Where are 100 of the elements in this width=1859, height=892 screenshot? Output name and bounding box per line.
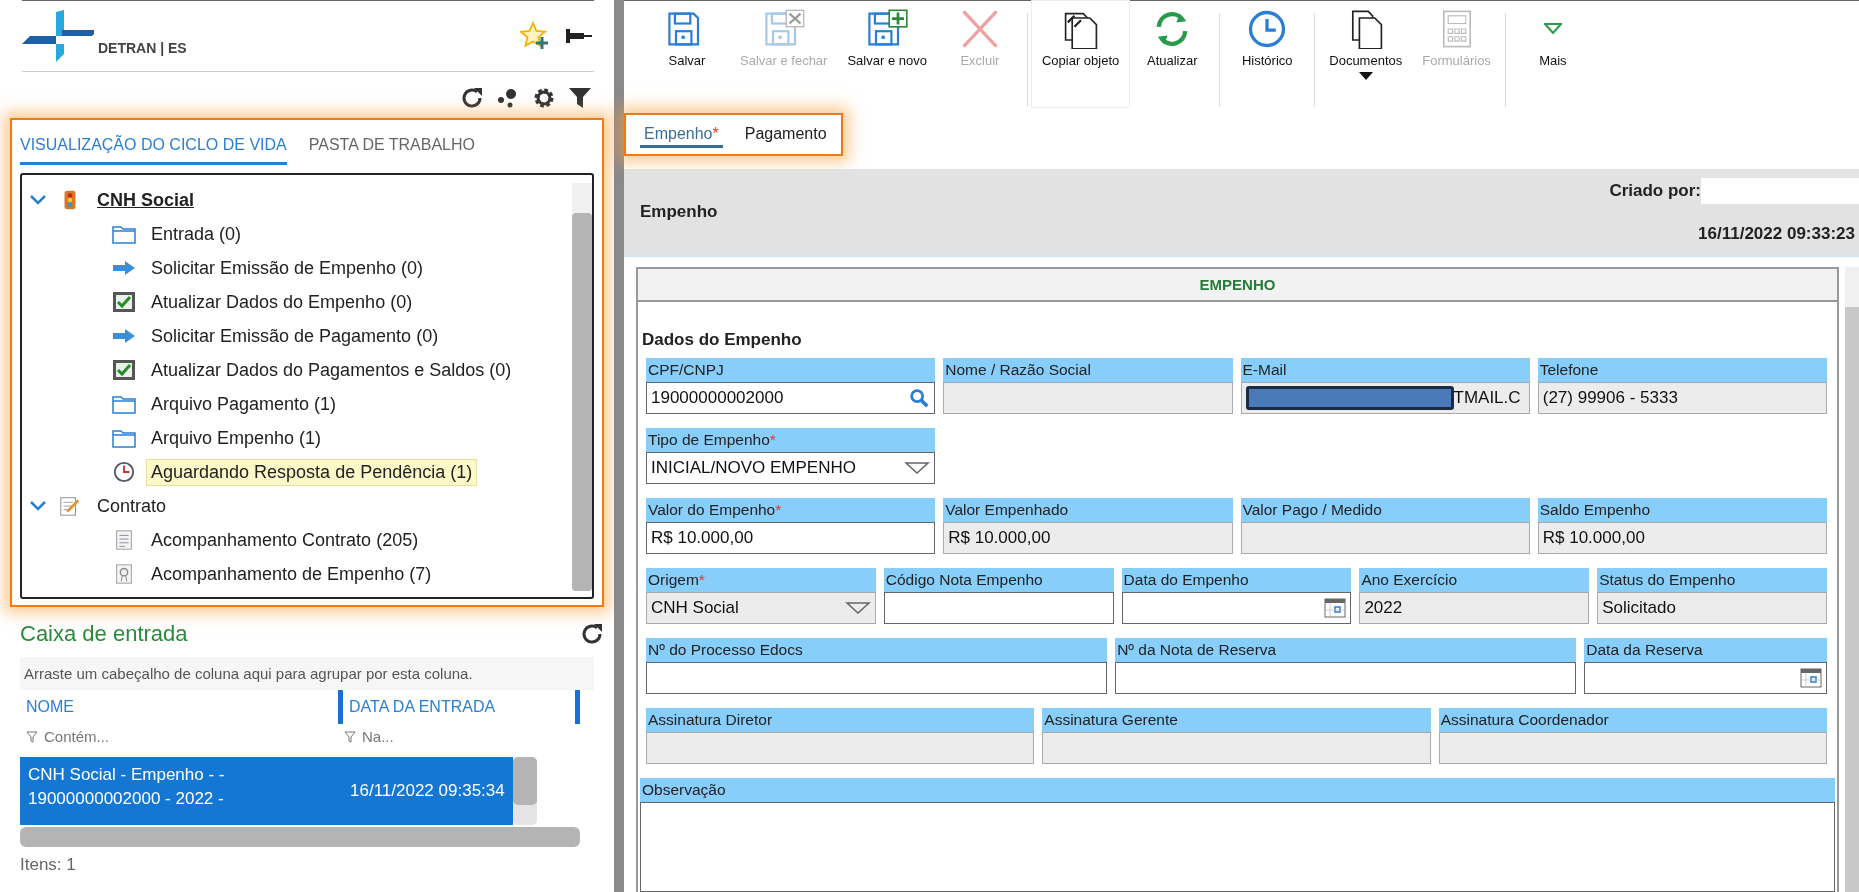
input-field[interactable] [1115, 662, 1577, 694]
field-label: Data da Reserva [1584, 638, 1827, 662]
dropdown-field[interactable]: INICIAL/NOVO EMPENHO [646, 452, 936, 484]
field-label: Origem* [646, 568, 876, 592]
text-area[interactable] [640, 802, 1835, 892]
triangle-down-icon [1543, 23, 1562, 34]
field-label: Valor Empenhado [943, 498, 1233, 522]
scrollbar[interactable] [20, 827, 580, 847]
toolbar-button[interactable]: Histórico [1224, 1, 1311, 107]
star-plus-icon[interactable] [520, 21, 550, 51]
tree-item[interactable]: Arquivo Pagamento (1) [146, 390, 342, 418]
folder-icon [112, 393, 136, 415]
tab[interactable]: Pagamento [740, 123, 831, 148]
input-field[interactable] [646, 662, 1108, 694]
field-label: Nº do Processo Edocs [646, 638, 1108, 662]
tree-item[interactable]: Atualizar Dados do Empenho (0) [146, 288, 418, 316]
tree-item[interactable]: Aguardando Resposta de Pendência (1) [146, 458, 478, 486]
section-title: EMPENHO [638, 269, 1837, 302]
input-field[interactable]: R$ 10.000,00 [646, 522, 936, 554]
column-header[interactable]: DATA DA ENTRADA [338, 690, 580, 724]
pencil-document-icon [58, 495, 82, 517]
readonly-field: Solicitado [1597, 592, 1827, 624]
tree-item[interactable]: Contrato [92, 492, 172, 520]
scrollbar[interactable] [512, 757, 537, 825]
field-label: Assinatura Coordenador [1438, 708, 1827, 732]
toolbar-button[interactable]: Copiar objeto [1031, 1, 1130, 107]
tree-item[interactable]: CNH Social [92, 186, 200, 214]
record-title: Empenho [640, 202, 719, 222]
toolbar-button[interactable]: Salvar [644, 1, 730, 107]
group-hint: Arraste um cabeçalho de coluna aqui para agrupar por esta coluna. [20, 657, 594, 690]
date-field[interactable] [1121, 592, 1352, 624]
tree-item[interactable]: Acompanhamento de Empenho (7) [146, 560, 437, 588]
search-field[interactable]: 19000000002000 [646, 382, 936, 414]
scrollbar[interactable] [1845, 267, 1859, 892]
date-field[interactable] [1584, 662, 1827, 694]
field-label: CPF/CNPJ [646, 358, 936, 382]
settings-icon[interactable] [532, 86, 556, 110]
tree-item[interactable]: Atualizar Dados do Pagamentos e Saldos (0) [146, 356, 517, 384]
field-label: Nome / Razão Social [943, 358, 1233, 382]
panel-title: Caixa de entrada [20, 621, 188, 647]
filter-icon[interactable] [568, 86, 592, 110]
tree-item[interactable]: Solicitar Emissão de Empenho (0) [146, 254, 429, 282]
tree-item[interactable]: Arquivo Empenho (1) [146, 424, 327, 452]
field-label: Valor Pago / Medido [1240, 498, 1530, 522]
dropdown-field[interactable]: CNH Social [646, 592, 876, 624]
tree-item[interactable]: Solicitar Emissão de Pagamento (0) [146, 322, 444, 350]
toolbar-button[interactable]: Documentos [1319, 1, 1413, 107]
field-label: Telefone [1537, 358, 1827, 382]
field-label: Assinatura Diretor [646, 708, 1035, 732]
calendar-icon[interactable] [1800, 668, 1822, 688]
filter-field[interactable]: Contém... [44, 728, 110, 745]
dropdown-icon [844, 601, 871, 615]
calendar-icon[interactable] [1324, 598, 1347, 618]
field-label: Valor do Empenho* [646, 498, 936, 522]
item-count: Itens: 1 [20, 855, 77, 875]
tree-item[interactable]: Entrada (0) [146, 220, 247, 248]
scrollbar[interactable] [572, 183, 592, 591]
readonly-field: R$ 10.000,00 [1537, 522, 1827, 554]
folder-icon [112, 223, 136, 245]
search-icon[interactable] [908, 387, 931, 409]
tab[interactable]: PASTA DE TRABALHO [308, 130, 475, 165]
dropdown-icon [904, 461, 931, 475]
field-label: Saldo Empenho [1537, 498, 1827, 522]
input-field[interactable] [883, 592, 1114, 624]
field-label: Nº da Nota de Reserva [1115, 638, 1577, 662]
refresh-icon[interactable] [580, 622, 604, 646]
clock-icon [112, 461, 136, 483]
table-cell-text: CNH Social - Empenho - - 19000000002000 - 2022 - [27, 764, 226, 810]
column-header[interactable]: NOME [20, 690, 338, 724]
folder-icon [112, 427, 136, 449]
field-label: Ano Exercício [1359, 568, 1590, 592]
toolbar-button[interactable]: Mais [1509, 1, 1596, 107]
table-row[interactable]: CNH Social - Empenho - - 19000000002000 - 2022 - 16/11/2022 09:35:34 [20, 757, 513, 825]
field-label: E-Mail [1240, 358, 1530, 382]
field-label: Observação [640, 778, 1835, 802]
cross-logo-icon [22, 10, 94, 62]
filter-field[interactable]: Na... [362, 728, 394, 745]
chevron-icon[interactable] [28, 499, 48, 513]
floppy-disk-plus-icon [865, 9, 910, 49]
field-label: Status do Empenho [1597, 568, 1827, 592]
readonly-field: (27) 99906 - 5333 [1537, 382, 1827, 414]
toolbar-button[interactable]: Salvar e novo [837, 1, 937, 107]
tree-item[interactable]: Acompanhamento Contrato (205) [146, 526, 424, 554]
readonly-field: 2022 [1359, 592, 1590, 624]
group-title: Dados do Empenho [641, 329, 803, 351]
tab[interactable]: VISUALIZAÇÃO DO CICLO DE VIDA [20, 130, 287, 165]
field-label: Tipo de Empenho* [646, 428, 936, 452]
checkbox-icon [112, 291, 136, 313]
field-label: Assinatura Gerente [1042, 708, 1431, 732]
checkbox-icon [112, 359, 136, 381]
field-label: Data do Empenho [1121, 568, 1352, 592]
readonly-field: R$ 10.000,00 [943, 522, 1233, 554]
chevron-icon[interactable] [28, 193, 48, 207]
email-field: TMAIL.C [1240, 382, 1530, 414]
table-cell-text: 16/11/2022 09:35:34 [349, 780, 506, 802]
created-date: 16/11/2022 09:33:23 [1698, 223, 1856, 244]
toolbar-button[interactable]: Atualizar [1129, 1, 1216, 107]
refresh-icon[interactable] [460, 86, 484, 110]
logo-text: DETRAN | ES [98, 40, 187, 56]
tab[interactable]: Empenho* [640, 123, 723, 148]
